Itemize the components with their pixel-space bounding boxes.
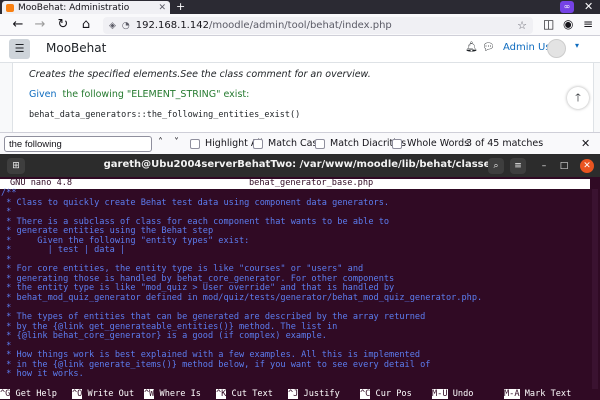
code-line: * {@link behat_core_generator} is a good… — [1, 331, 327, 342]
checkbox[interactable] — [253, 138, 263, 149]
url-host: 192.168.1.142 — [135, 20, 209, 31]
browser-toolbar: ← → ↻ ⌂ ◈ ◔ 192.168.1.142 /moodle/admin/… — [0, 14, 600, 36]
chat-icon[interactable]: 💬︎ — [482, 42, 495, 53]
extension-icon[interactable]: ∞ — [560, 1, 574, 13]
nano-version: GNU nano 4.8 — [10, 178, 73, 188]
shortcut-key: ^G — [0, 389, 11, 399]
chevron-up-icon[interactable]: ˄ — [158, 137, 163, 148]
step-definition-panel: Creates the specified elements.See the c… — [12, 63, 594, 132]
window-close-icon[interactable]: ✕ — [584, 0, 593, 13]
nano-shortcut: ^K Cut Text — [216, 389, 273, 400]
close-icon[interactable]: ✕ — [158, 3, 166, 13]
step-text: the following "ELEMENT_STRING" exist: — [62, 89, 250, 100]
nano-shortcut: ^O Write Out — [72, 389, 135, 400]
pocket-icon[interactable]: ◫ — [543, 17, 554, 31]
find-input[interactable] — [4, 136, 152, 152]
moodle-page: ☰ MooBehat 🔔︎ 💬︎ Admin User ▾ Creates th… — [0, 36, 600, 132]
shortcut-key: M-A — [504, 389, 520, 399]
step-syntax: Given the following "ELEMENT_STRING" exi… — [29, 89, 249, 100]
find-bar: ˄ ˅ Highlight All Match Case Match Diacr… — [0, 132, 600, 154]
account-icon[interactable]: ◉ — [563, 17, 573, 31]
url-bar[interactable]: ◈ ◔ 192.168.1.142 /moodle/admin/tool/beh… — [103, 17, 533, 34]
nano-shortcut: ^J Justify — [288, 389, 340, 400]
site-brand[interactable]: MooBehat — [46, 41, 106, 55]
scrollbar[interactable] — [592, 189, 598, 389]
checkbox[interactable] — [190, 138, 200, 149]
nano-shortcut: ^G Get Help — [0, 389, 57, 400]
highlight-all-checkbox[interactable]: Highlight All — [190, 138, 263, 149]
shortcut-label: Justify — [303, 389, 340, 399]
code-line: * behat_mod_quiz_generator defined in mo… — [1, 293, 483, 304]
terminal[interactable]: GNU nano 4.8 behat_generator_base.php /*… — [0, 177, 600, 400]
code-line: * | test | data | — [1, 245, 126, 256]
star-icon[interactable]: ☆ — [517, 19, 527, 32]
url-path: /moodle/admin/tool/behat/index.php — [208, 20, 392, 31]
nano-shortcut-bar: ^G Get Help ^O Write Out ^W Where Is ^K Cut… — [0, 389, 600, 400]
app-menu-icon[interactable]: ≡ — [583, 17, 593, 31]
editor-buffer[interactable]: /** * Class to quickly create Behat test… — [1, 188, 591, 380]
chevron-down-icon[interactable]: ▾ — [575, 41, 579, 50]
step-keyword: Given — [29, 89, 57, 100]
shortcut-key: ^J — [288, 389, 299, 399]
nano-filename: behat_generator_base.php — [249, 178, 374, 188]
shield-icon[interactable]: ◈ — [109, 21, 116, 31]
nano-shortcut: ^C Cur Pos — [360, 389, 412, 400]
chevron-down-icon[interactable]: ˅ — [174, 137, 179, 148]
reload-icon[interactable]: ↻ — [55, 17, 71, 33]
forward-arrow-icon[interactable]: → — [32, 17, 48, 33]
step-description: Creates the specified elements.See the c… — [29, 69, 371, 80]
checkbox[interactable] — [315, 138, 325, 149]
shortcut-label: Where Is — [159, 389, 201, 399]
moodle-navbar: ☰ MooBehat 🔔︎ 💬︎ Admin User ▾ — [0, 36, 600, 63]
close-icon[interactable]: ✕ — [581, 137, 590, 150]
shortcut-label: Cur Pos — [375, 389, 412, 399]
match-case-checkbox[interactable]: Match Case — [253, 138, 323, 149]
home-icon[interactable]: ⌂ — [78, 17, 94, 33]
nano-shortcut: M-U Undo — [432, 389, 474, 400]
shortcut-label: Cut Text — [231, 389, 273, 399]
shortcut-key: ^K — [216, 389, 227, 399]
shortcut-key: M-U — [432, 389, 448, 399]
terminal-titlebar: ⊞ gareth@Ubu2004serverBehatTwo: /var/www… — [0, 155, 600, 177]
shortcut-key: ^W — [144, 389, 155, 399]
menu-icon[interactable]: ☰ — [9, 39, 30, 59]
maximize-icon[interactable]: □ — [556, 158, 572, 174]
code-line: * Class to quickly create Behat test dat… — [1, 197, 390, 208]
tab-title: MooBehat: Administratio — [18, 2, 130, 13]
whole-words-checkbox[interactable]: Whole Words — [392, 138, 469, 149]
option-label: Whole Words — [407, 138, 470, 149]
match-count: 3 of 45 matches — [466, 138, 544, 149]
moodle-favicon-icon — [6, 3, 14, 12]
code-line: * how it works. — [1, 369, 84, 380]
minimize-icon[interactable]: – — [536, 158, 552, 174]
back-arrow-icon[interactable]: ← — [10, 17, 26, 33]
avatar[interactable] — [547, 39, 566, 58]
shortcut-key: ^O — [72, 389, 83, 399]
nano-shortcut: M-A Mark Text — [504, 389, 572, 400]
plus-icon[interactable]: + — [176, 0, 185, 13]
close-icon[interactable]: ✕ — [580, 159, 594, 173]
browser-tab[interactable]: MooBehat: Administratio ✕ — [2, 1, 170, 14]
arrow-up-icon[interactable]: 🡑 — [567, 87, 589, 109]
checkbox[interactable] — [392, 138, 402, 149]
nano-shortcut: ^W Where Is — [144, 389, 201, 400]
nano-header: GNU nano 4.8 behat_generator_base.php — [0, 178, 590, 189]
shortcut-label: Get Help — [15, 389, 57, 399]
browser-tab-bar: MooBehat: Administratio ✕ + ∞ ✕ — [0, 0, 600, 14]
hamburger-menu-icon[interactable]: ≡ — [510, 158, 526, 174]
code-line: * in the {@link generate_items()} method… — [1, 359, 431, 370]
shortcut-label: Mark Text — [524, 389, 572, 399]
search-icon[interactable]: ⌕ — [488, 158, 504, 174]
shortcut-label: Undo — [452, 389, 474, 399]
bell-icon[interactable]: 🔔︎ — [465, 42, 478, 53]
page-info-icon[interactable]: ◔ — [122, 21, 130, 31]
step-function-code: behat_data_generators::the_following_ent… — [29, 110, 301, 120]
shortcut-key: ^C — [360, 389, 371, 399]
shortcut-label: Write Out — [87, 389, 135, 399]
